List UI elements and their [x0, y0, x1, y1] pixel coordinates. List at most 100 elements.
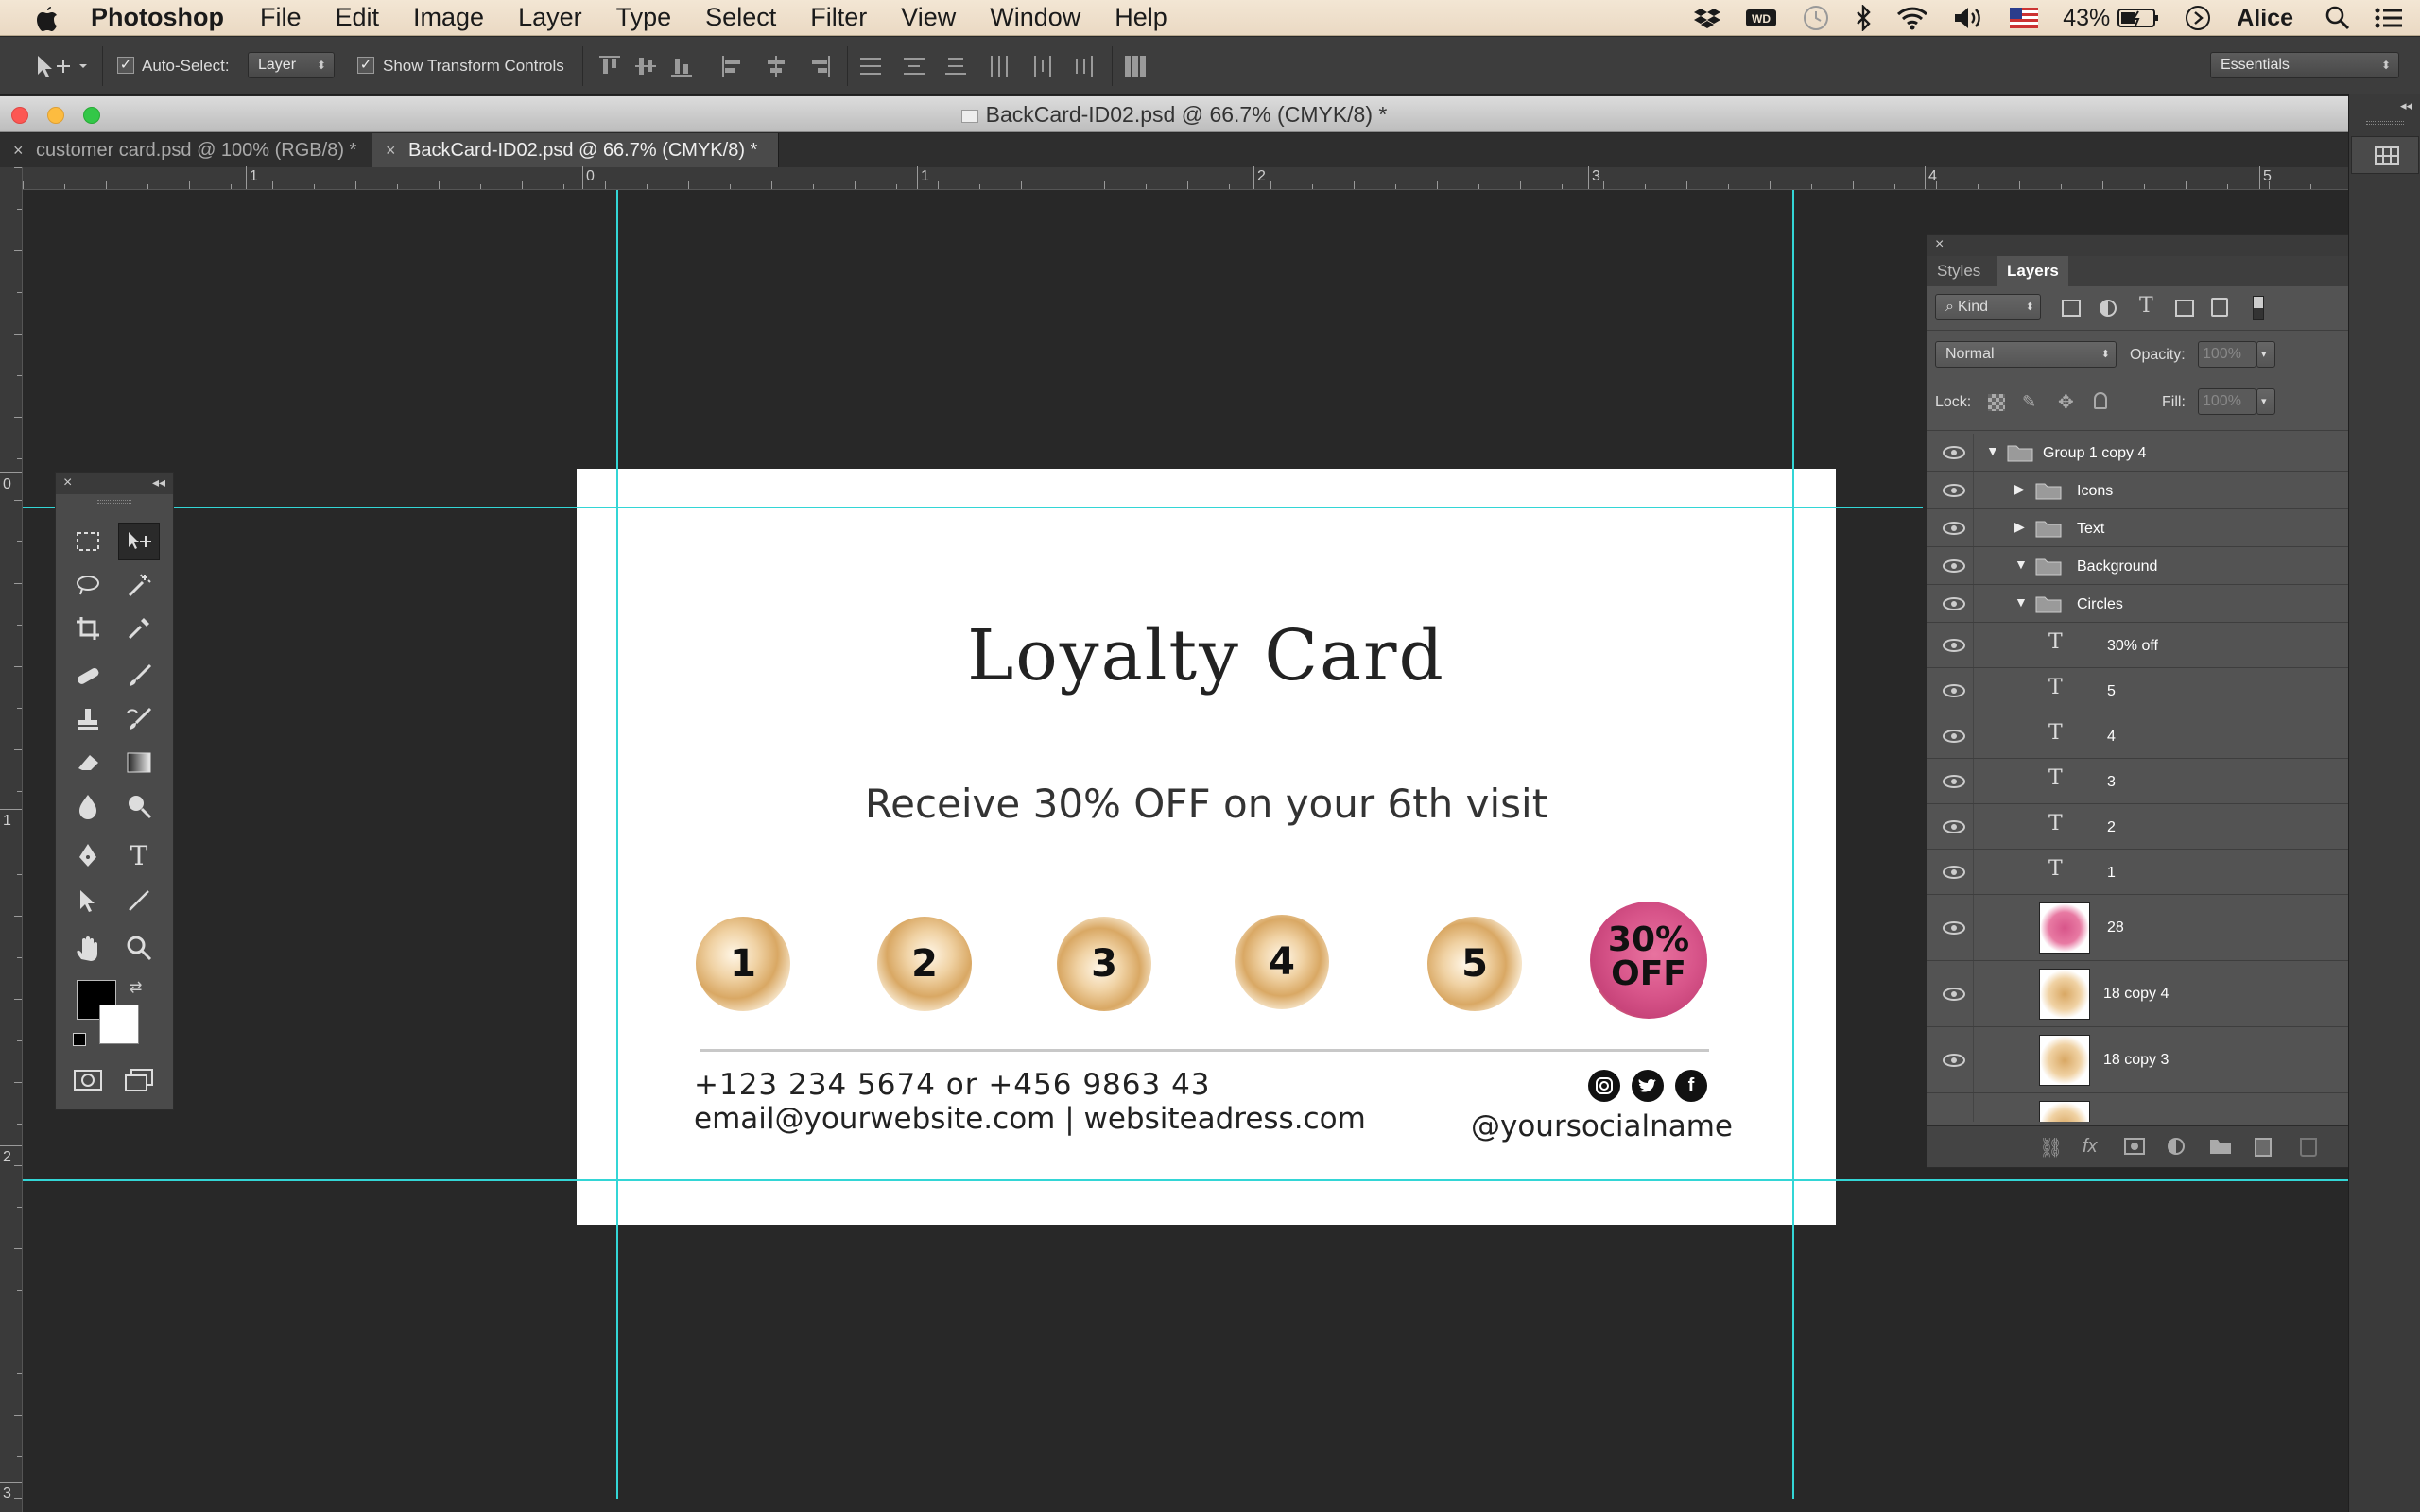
layer-row-partial[interactable]: [1927, 1093, 2370, 1122]
dropbox-icon[interactable]: [1694, 7, 1721, 29]
guide-vertical-left[interactable]: [616, 190, 618, 1499]
screen-mode-icon[interactable]: [118, 1061, 160, 1099]
user-name[interactable]: Alice: [2237, 5, 2293, 32]
panel-grip[interactable]: [97, 500, 131, 504]
auto-select-checkbox[interactable]: ✓: [117, 57, 134, 74]
menu-edit[interactable]: Edit: [336, 3, 380, 32]
visibility-eye-icon[interactable]: [1943, 559, 1965, 573]
eyedropper-tool-icon[interactable]: [118, 610, 160, 647]
fill-field[interactable]: 100%: [2198, 388, 2256, 415]
layer-style-fx-icon[interactable]: fx: [2083, 1136, 2098, 1158]
link-layers-icon[interactable]: ⛓: [2039, 1136, 2063, 1160]
fill-slider-button[interactable]: ▾: [2256, 388, 2275, 415]
auto-select-target-dropdown[interactable]: Layer ⬍: [248, 52, 335, 78]
filter-shape-icon[interactable]: [2175, 300, 2194, 317]
visibility-eye-icon[interactable]: [1943, 597, 1965, 610]
layer-row-5[interactable]: T 5: [1927, 668, 2370, 713]
close-tab-icon[interactable]: ×: [13, 133, 24, 167]
visibility-eye-icon[interactable]: [1943, 820, 1965, 833]
layer-row-28[interactable]: 28: [1927, 895, 2370, 961]
layer-row-4[interactable]: T 4: [1927, 713, 2370, 759]
layer-row-background[interactable]: ▼ Background: [1927, 547, 2370, 585]
show-transform-checkbox[interactable]: ✓: [357, 57, 374, 74]
layer-row-1[interactable]: T 1: [1927, 850, 2370, 895]
loyalty-card-canvas[interactable]: Loyalty Card Receive 30% OFF on your 6th…: [577, 469, 1836, 1225]
tab-customer-card[interactable]: × customer card.psd @ 100% (RGB/8) *: [0, 133, 372, 167]
crop-tool-icon[interactable]: [67, 610, 109, 647]
menu-view[interactable]: View: [901, 3, 956, 32]
lasso-tool-icon[interactable]: [67, 566, 109, 604]
new-group-icon[interactable]: [2209, 1138, 2232, 1155]
window-zoom-button[interactable]: [83, 107, 100, 124]
tools-panel-header[interactable]: × ◂◂: [56, 473, 173, 494]
menu-filter[interactable]: Filter: [810, 3, 867, 32]
distribute-vcenter-icon[interactable]: [904, 56, 925, 77]
menu-type[interactable]: Type: [616, 3, 672, 32]
layer-row-group[interactable]: ▼ Group 1 copy 4: [1927, 434, 2370, 472]
eraser-tool-icon[interactable]: [67, 744, 109, 782]
expand-triangle-icon[interactable]: ▶: [2014, 481, 2025, 497]
visibility-eye-icon[interactable]: [1943, 484, 1965, 497]
menu-select[interactable]: Select: [705, 3, 776, 32]
visibility-eye-icon[interactable]: [1943, 522, 1965, 535]
window-minimize-button[interactable]: [47, 107, 64, 124]
adjustment-layer-icon[interactable]: [2168, 1138, 2185, 1155]
marquee-tool-icon[interactable]: [67, 523, 109, 560]
horizontal-ruler[interactable]: 1 0 1 2 3 4 5: [23, 166, 2348, 190]
close-panel-icon[interactable]: ×: [63, 474, 72, 491]
opacity-slider-button[interactable]: ▾: [2256, 341, 2275, 368]
type-tool-icon[interactable]: T: [118, 836, 160, 874]
blend-mode-dropdown[interactable]: Normal ⬍: [1935, 341, 2117, 368]
collapse-panel-icon[interactable]: ◂◂: [152, 474, 165, 490]
delete-layer-icon[interactable]: [2300, 1138, 2317, 1157]
line-tool-icon[interactable]: [118, 882, 160, 919]
visibility-eye-icon[interactable]: [1943, 775, 1965, 788]
gradient-tool-icon[interactable]: [118, 744, 160, 782]
pen-tool-icon[interactable]: [67, 836, 109, 874]
menu-image[interactable]: Image: [413, 3, 484, 32]
distribute-left-icon[interactable]: [989, 56, 1010, 77]
background-color-swatch[interactable]: [99, 1005, 139, 1044]
layer-row-18-copy-3[interactable]: 18 copy 3: [1927, 1027, 2370, 1093]
move-tool-icon[interactable]: [118, 523, 160, 560]
workspace-dropdown[interactable]: Essentials ⬍: [2210, 52, 2399, 78]
distribute-right-icon[interactable]: [1074, 56, 1095, 77]
dock-grip[interactable]: [2366, 121, 2404, 125]
zoom-tool-icon[interactable]: [118, 929, 160, 967]
collapse-dock-icon[interactable]: ◂◂: [2400, 98, 2412, 113]
visibility-eye-icon[interactable]: [1943, 730, 1965, 743]
wifi-icon[interactable]: [1896, 6, 1928, 30]
magic-wand-tool-icon[interactable]: [118, 566, 160, 604]
layer-row-3[interactable]: T 3: [1927, 759, 2370, 804]
default-colors-icon[interactable]: [73, 1033, 86, 1046]
time-machine-icon[interactable]: [1802, 4, 1830, 32]
distribute-bottom-icon[interactable]: [945, 56, 966, 77]
menu-file[interactable]: File: [260, 3, 302, 32]
spotlight-search-icon[interactable]: [2325, 6, 2350, 30]
align-right-icon[interactable]: [809, 56, 830, 77]
align-bottom-icon[interactable]: [671, 56, 692, 77]
layer-row-30-off[interactable]: T 30% off: [1927, 623, 2370, 668]
healing-brush-tool-icon[interactable]: [67, 657, 109, 695]
swap-colors-icon[interactable]: ⇄: [130, 978, 142, 997]
layer-row-circles[interactable]: ▼ Circles: [1927, 585, 2370, 623]
layer-row-text[interactable]: ▶ Text: [1927, 509, 2370, 547]
expand-triangle-icon[interactable]: ▼: [2014, 557, 2028, 572]
filter-toggle-icon[interactable]: [2253, 296, 2264, 320]
visibility-eye-icon[interactable]: [1943, 866, 1965, 879]
expand-triangle-icon[interactable]: ▼: [1986, 443, 1999, 458]
bluetooth-icon[interactable]: [1855, 5, 1872, 31]
layer-row-18-copy-4[interactable]: 18 copy 4: [1927, 961, 2370, 1027]
filter-adjustment-icon[interactable]: [2100, 300, 2117, 317]
add-mask-icon[interactable]: [2124, 1138, 2145, 1155]
layers-panel-header[interactable]: × ◂◂: [1927, 235, 2383, 256]
close-tab-icon[interactable]: ×: [386, 133, 396, 167]
play-circle-icon[interactable]: [2184, 4, 2212, 32]
path-selection-tool-icon[interactable]: [67, 882, 109, 919]
align-left-icon[interactable]: [722, 56, 743, 77]
hand-tool-icon[interactable]: [67, 929, 109, 967]
close-panel-icon[interactable]: ×: [1935, 236, 1944, 253]
lock-image-icon[interactable]: ✎: [2022, 392, 2036, 412]
filter-type-icon[interactable]: T: [2139, 294, 2153, 318]
auto-align-layers-icon[interactable]: [1125, 56, 1146, 77]
